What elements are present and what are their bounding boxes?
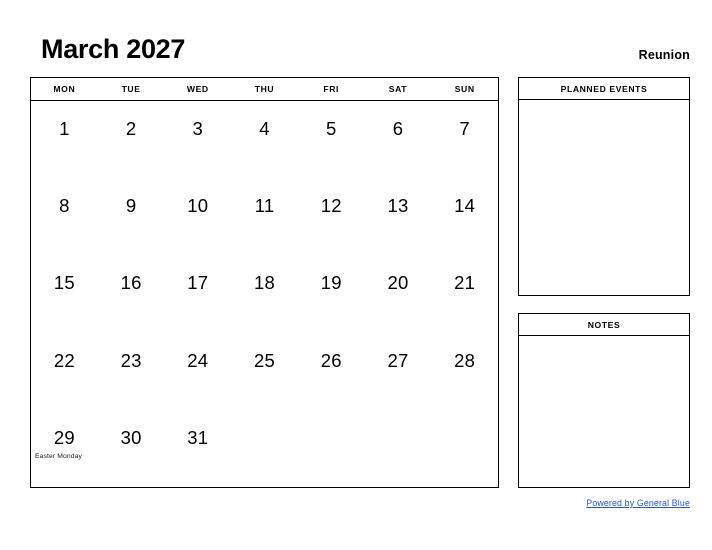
day-number: 12 (320, 195, 342, 217)
calendar-day-cell[interactable]: 30 (98, 410, 165, 487)
calendar-day-cell-empty (298, 410, 365, 487)
calendar-day-cell-empty (431, 410, 498, 487)
day-number: 11 (254, 195, 275, 217)
day-number: 27 (387, 349, 409, 371)
day-number: 23 (120, 349, 142, 371)
calendar-day-cell[interactable]: 26 (298, 333, 365, 410)
calendar-day-cell[interactable]: 18 (231, 255, 298, 332)
weekday-header-fri: FRI (323, 84, 340, 94)
calendar-day-cell[interactable]: 2 (98, 101, 165, 178)
calendar-day-cell[interactable]: 11 (231, 178, 298, 255)
calendar-week-row: 1 2 3 4 5 6 7 (31, 101, 498, 178)
notes-title: NOTES (519, 314, 689, 336)
calendar-day-cell[interactable]: 5 (298, 101, 365, 178)
day-number: 29 (53, 426, 75, 448)
day-number: 6 (392, 118, 404, 139)
day-holiday-label: Easter Monday (35, 452, 83, 460)
day-number: 4 (259, 118, 270, 139)
day-number: 22 (53, 349, 75, 371)
day-number: 15 (53, 272, 75, 294)
notes-body[interactable] (519, 336, 689, 487)
day-number: 3 (192, 118, 204, 139)
calendar-day-cell[interactable]: 29 Easter Monday (31, 410, 98, 487)
planned-events-body[interactable] (519, 100, 689, 295)
day-number: 10 (187, 195, 209, 217)
calendar-day-cell[interactable]: 31 (164, 410, 231, 487)
calendar-week-row: 29 Easter Monday 30 31 (31, 410, 498, 487)
calendar-day-cell[interactable]: 21 (431, 255, 498, 332)
day-number: 2 (125, 118, 137, 139)
calendar-day-cell[interactable]: 14 (431, 178, 498, 255)
calendar-day-cell[interactable]: 7 (431, 101, 498, 178)
calendar-day-cell[interactable]: 8 (31, 178, 98, 255)
calendar-week-row: 15 16 17 18 19 20 21 (31, 255, 498, 332)
location-label: Reunion (638, 48, 690, 62)
calendar-day-cell[interactable]: 24 (164, 333, 231, 410)
calendar-day-cell[interactable]: 10 (164, 178, 231, 255)
calendar-day-cell-empty (365, 410, 432, 487)
day-number: 28 (454, 349, 476, 371)
day-number: 18 (254, 272, 275, 294)
day-number: 31 (187, 426, 209, 448)
weekday-header-tue: TUE (121, 84, 141, 94)
day-number: 17 (187, 272, 209, 294)
calendar-day-cell[interactable]: 28 (431, 333, 498, 410)
calendar-day-cell-empty (231, 410, 298, 487)
calendar-day-cell[interactable]: 19 (298, 255, 365, 332)
calendar-day-cell[interactable]: 17 (164, 255, 231, 332)
calendar-weeks: 1 2 3 4 5 6 7 8 9 10 11 12 13 14 15 16 17 18 19 20 21 22 23 24 2… (31, 101, 498, 487)
calendar-day-cell[interactable]: 22 (31, 333, 98, 410)
calendar-day-cell[interactable]: 9 (98, 178, 165, 255)
planned-events-title: PLANNED EVENTS (519, 78, 689, 100)
day-number: 8 (59, 195, 70, 217)
weekday-header-sat: SAT (388, 84, 408, 94)
calendar-day-cell[interactable]: 12 (298, 178, 365, 255)
calendar-week-row: 22 23 24 25 26 27 28 (31, 333, 498, 410)
calendar-day-cell[interactable]: 20 (365, 255, 432, 332)
calendar-day-cell[interactable]: 15 (31, 255, 98, 332)
day-number: 30 (120, 426, 142, 448)
day-number: 24 (187, 349, 209, 371)
calendar-day-cell[interactable]: 3 (164, 101, 231, 178)
day-number: 14 (454, 195, 476, 217)
calendar-day-cell[interactable]: 16 (98, 255, 165, 332)
day-number: 16 (120, 272, 142, 294)
day-number: 1 (59, 118, 70, 139)
calendar-day-cell[interactable]: 13 (365, 178, 432, 255)
day-number: 25 (254, 349, 275, 371)
calendar-day-cell[interactable]: 1 (31, 101, 98, 178)
notes-panel: NOTES (518, 313, 690, 488)
weekday-header-thu: THU (254, 84, 275, 94)
calendar-day-cell[interactable]: 4 (231, 101, 298, 178)
day-number: 5 (325, 118, 337, 139)
powered-by-link[interactable]: Powered by General Blue (586, 497, 690, 509)
day-number: 20 (387, 272, 409, 294)
calendar-day-cell[interactable]: 23 (98, 333, 165, 410)
weekday-header-sun: SUN (454, 84, 475, 94)
calendar-day-cell[interactable]: 27 (365, 333, 432, 410)
calendar-week-row: 8 9 10 11 12 13 14 (31, 178, 498, 255)
day-number: 9 (125, 195, 137, 217)
day-number: 19 (320, 272, 342, 294)
day-number: 21 (454, 272, 476, 294)
page-title: March 2027 (41, 34, 186, 64)
day-number: 26 (320, 349, 342, 371)
weekday-header-row: MON TUE WED THU FRI SAT SUN (31, 78, 498, 101)
weekday-header-wed: WED (186, 84, 209, 94)
calendar-day-cell[interactable]: 6 (365, 101, 432, 178)
calendar-day-cell[interactable]: 25 (231, 333, 298, 410)
day-number: 13 (387, 195, 409, 217)
planned-events-panel: PLANNED EVENTS (518, 77, 690, 296)
weekday-header-mon: MON (53, 84, 76, 94)
calendar-table: MON TUE WED THU FRI SAT SUN 1 2 3 4 5 6 7 8 9 10 11 12 13 1… (30, 77, 499, 488)
day-number: 7 (459, 118, 470, 139)
